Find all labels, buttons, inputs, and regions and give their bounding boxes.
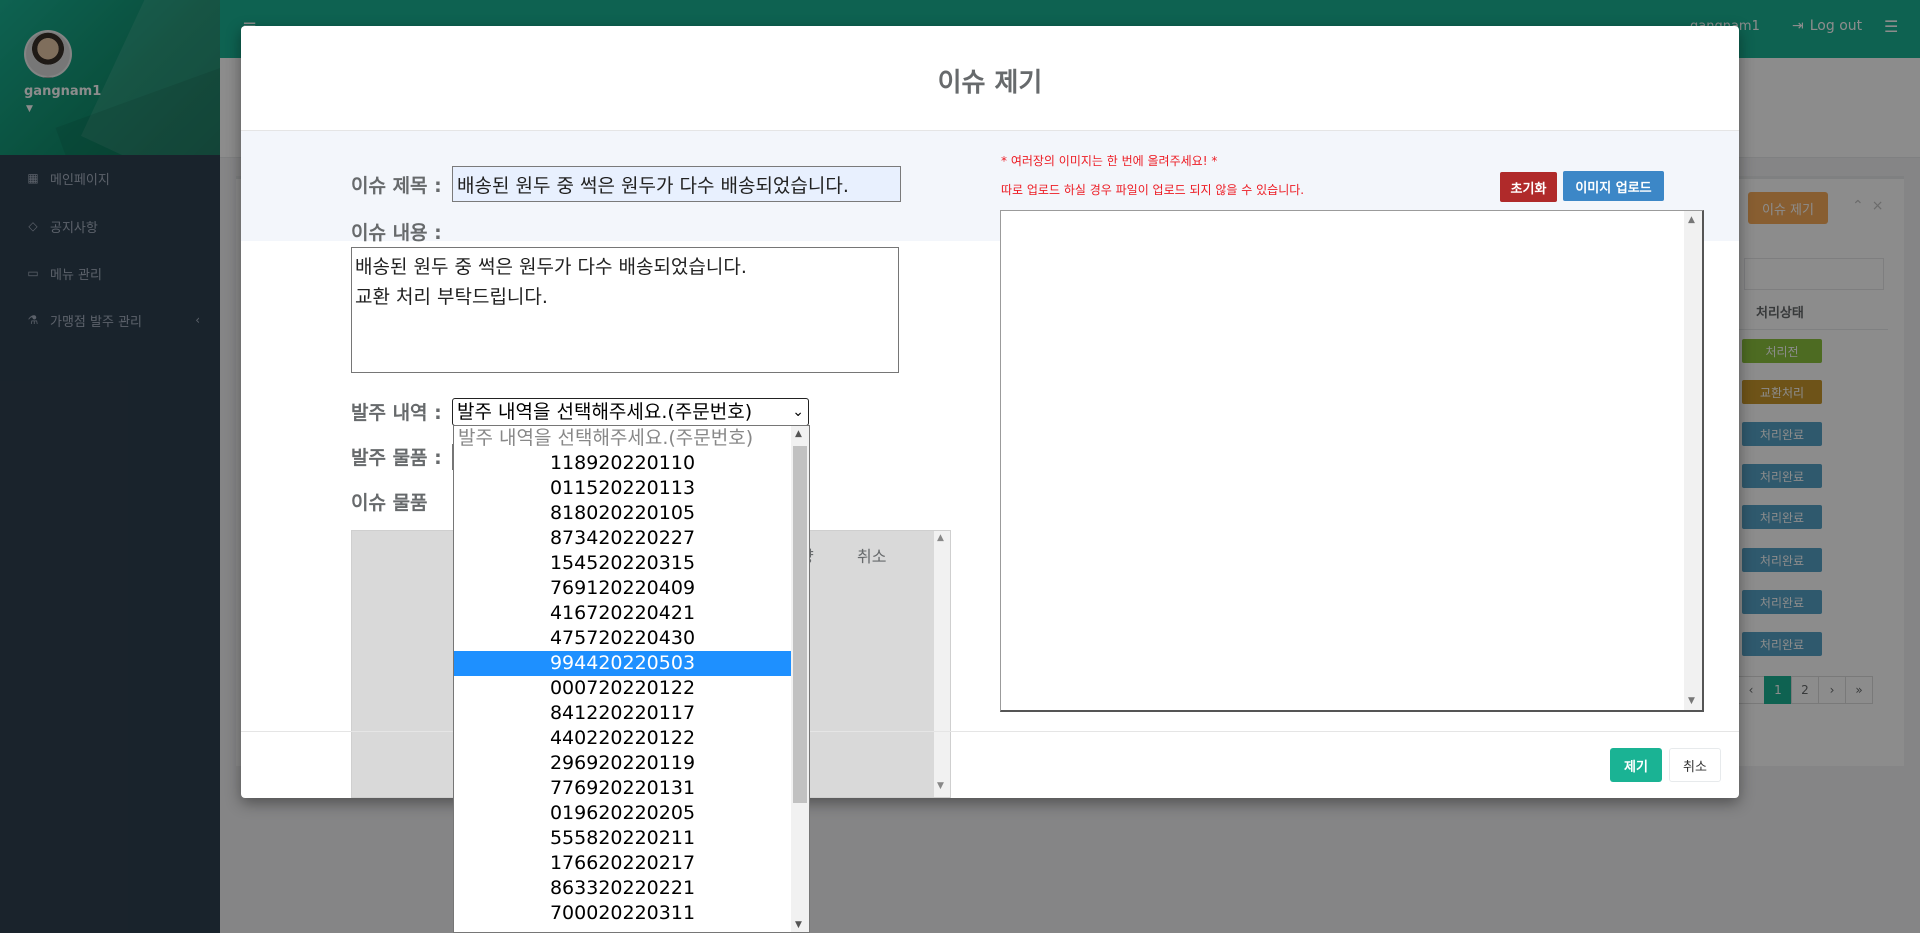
issue-content-textarea[interactable]: 배송된 원두 중 썩은 원두가 다수 배송되었습니다. 교환 처리 부탁드립니다… (351, 247, 899, 373)
reset-button[interactable]: 초기화 (1500, 172, 1557, 202)
dropdown-option[interactable]: 776920220131 (454, 776, 791, 801)
issue-goods-label: 이슈 물품 (351, 492, 428, 514)
scrollbar[interactable]: ▲ ▼ (791, 426, 809, 932)
image-upload-button[interactable]: 이미지 업로드 (1563, 171, 1664, 201)
image-preview-area[interactable]: ▲ ▼ (1000, 210, 1704, 712)
dropdown-option[interactable]: 700020220311 (454, 901, 791, 926)
order-history-label: 발주 내역 : (351, 402, 442, 424)
issue-title-input[interactable]: 배송된 원두 중 썩은 원두가 다수 배송되었습니다. (452, 166, 901, 202)
order-goods-label: 발주 물품 : (351, 447, 442, 469)
scroll-down-icon[interactable]: ▼ (937, 781, 944, 791)
scroll-up-icon[interactable]: ▲ (795, 429, 802, 439)
dropdown-option[interactable]: 818020220105 (454, 501, 791, 526)
dropdown-option[interactable]: 176620220217 (454, 851, 791, 876)
issue-content-label: 이슈 내용 : (351, 222, 442, 244)
column-header-cancel: 취소 (857, 547, 887, 566)
order-dropdown-list[interactable]: 발주 내역을 선택해주세요.(주문번호) 118920220110 0115202… (453, 425, 810, 933)
dropdown-option[interactable]: 440220220122 (454, 726, 791, 751)
upload-notice-line2: 따로 업로드 하실 경우 파일이 업로드 되지 않을 수 있습니다. (1001, 183, 1305, 197)
scroll-up-icon[interactable]: ▲ (1688, 215, 1695, 225)
dropdown-option-placeholder[interactable]: 발주 내역을 선택해주세요.(주문번호) (454, 426, 791, 451)
dropdown-option[interactable]: 011520220113 (454, 476, 791, 501)
scrollbar[interactable]: ▲ ▼ (1684, 211, 1702, 710)
dropdown-option[interactable]: 863320220221 (454, 876, 791, 901)
dropdown-option[interactable]: 154520220315 (454, 551, 791, 576)
dropdown-option[interactable]: 416720220421 (454, 601, 791, 626)
modal-title: 이슈 제기 (937, 68, 1043, 98)
dropdown-option[interactable]: 000720220122 (454, 676, 791, 701)
dropdown-option[interactable]: 769120220409 (454, 576, 791, 601)
order-history-select[interactable]: 발주 내역을 선택해주세요.(주문번호) ⌄ (452, 398, 809, 426)
scroll-down-icon[interactable]: ▼ (1688, 696, 1695, 706)
dropdown-options: 발주 내역을 선택해주세요.(주문번호) 118920220110 0115202… (454, 426, 809, 926)
dropdown-option[interactable]: 841220220117 (454, 701, 791, 726)
order-select-value: 발주 내역을 선택해주세요.(주문번호) (457, 401, 753, 423)
scrollbar-thumb[interactable] (793, 446, 807, 803)
dropdown-option[interactable]: 296920220119 (454, 751, 791, 776)
chevron-down-icon: ⌄ (792, 404, 804, 420)
scroll-down-icon[interactable]: ▼ (795, 920, 802, 930)
cancel-button[interactable]: 취소 (1669, 748, 1721, 782)
dropdown-option[interactable]: 873420220227 (454, 526, 791, 551)
dropdown-option[interactable]: 118920220110 (454, 451, 791, 476)
dropdown-option[interactable]: 019620220205 (454, 801, 791, 826)
submit-button[interactable]: 제기 (1610, 748, 1662, 782)
dropdown-option[interactable]: 555820220211 (454, 826, 791, 851)
scroll-up-icon[interactable]: ▲ (937, 533, 944, 543)
upload-notice-line1: * 여러장의 이미지는 한 번에 올려주세요! * (1001, 154, 1218, 168)
dropdown-option[interactable]: 475720220430 (454, 626, 791, 651)
issue-title-label: 이슈 제목 : (351, 175, 442, 197)
dropdown-option[interactable]: 994420220503 (454, 651, 791, 676)
scrollbar[interactable]: ▲ ▼ (934, 531, 950, 797)
